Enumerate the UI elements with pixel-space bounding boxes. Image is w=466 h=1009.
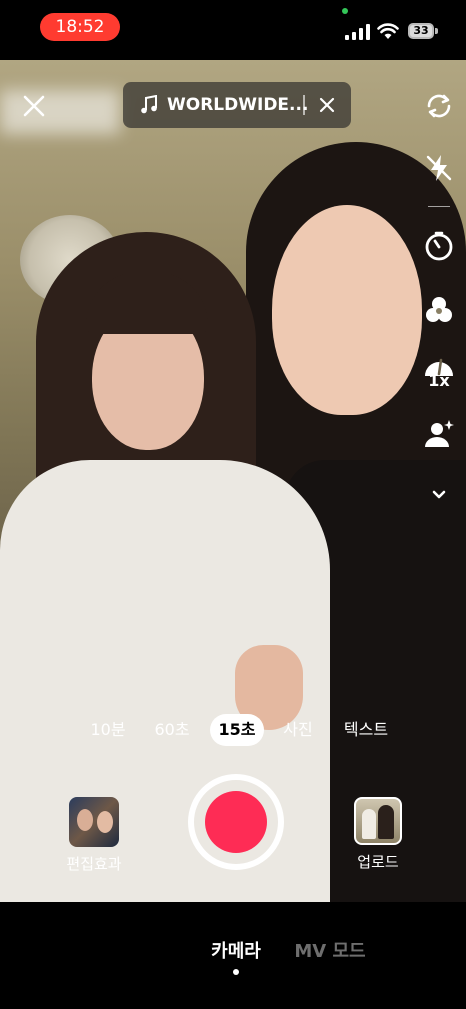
cellular-signal-icon <box>345 24 370 40</box>
music-note-icon <box>141 95 157 114</box>
music-selector[interactable]: WORLDWIDE... <box>123 82 351 128</box>
wifi-icon <box>377 23 399 39</box>
effects-button[interactable] <box>69 797 119 847</box>
mode-10min[interactable]: 10분 <box>84 718 132 742</box>
upload-label[interactable]: 업로드 <box>338 851 418 872</box>
status-time: 18:52 <box>40 13 120 41</box>
active-tab-indicator <box>233 969 239 975</box>
effect-thumb-face <box>97 811 113 833</box>
mode-60sec[interactable]: 60초 <box>148 718 196 742</box>
camera-screen: 18:52 33 WORLDWIDE... 1x 10분 60초 15초 사진 … <box>0 0 466 1009</box>
camera-in-use-indicator <box>342 8 348 14</box>
record-button[interactable] <box>188 774 284 870</box>
tab-mv-mode[interactable]: MV 모드 <box>290 938 370 966</box>
wall-light <box>0 90 120 134</box>
mode-photo[interactable]: 사진 <box>276 718 320 742</box>
battery-cap <box>435 28 438 34</box>
bottom-tab-bar: 카메라 MV 모드 <box>0 902 466 1009</box>
record-button-inner <box>205 791 267 853</box>
speed-label: 1x <box>428 371 450 390</box>
effect-thumb-face <box>77 809 93 831</box>
filters-icon[interactable] <box>423 294 455 326</box>
upload-button[interactable] <box>354 797 402 845</box>
status-bar: 18:52 33 <box>0 0 466 60</box>
beauty-icon[interactable] <box>423 418 455 450</box>
flash-off-icon[interactable] <box>423 152 455 184</box>
tab-camera[interactable]: 카메라 <box>204 938 268 966</box>
music-divider <box>303 95 305 115</box>
chevron-down-icon[interactable] <box>423 478 455 510</box>
effects-label[interactable]: 편집효과 <box>54 853 134 874</box>
upload-thumb-person <box>378 805 394 839</box>
mode-text[interactable]: 텍스트 <box>334 718 398 742</box>
person-right-face <box>272 205 422 415</box>
music-title: WORLDWIDE... <box>167 95 307 115</box>
recording-mode-selector: 10분 60초 15초 사진 텍스트 <box>0 712 466 748</box>
upload-thumb-person <box>362 809 376 839</box>
mode-15sec[interactable]: 15초 <box>210 714 264 746</box>
flip-camera-icon[interactable] <box>423 90 455 122</box>
timer-icon[interactable] <box>423 230 455 262</box>
close-icon[interactable] <box>21 93 47 119</box>
remove-music-icon[interactable] <box>319 97 335 113</box>
battery-level: 33 <box>408 23 434 39</box>
toolbar-separator <box>428 206 450 207</box>
